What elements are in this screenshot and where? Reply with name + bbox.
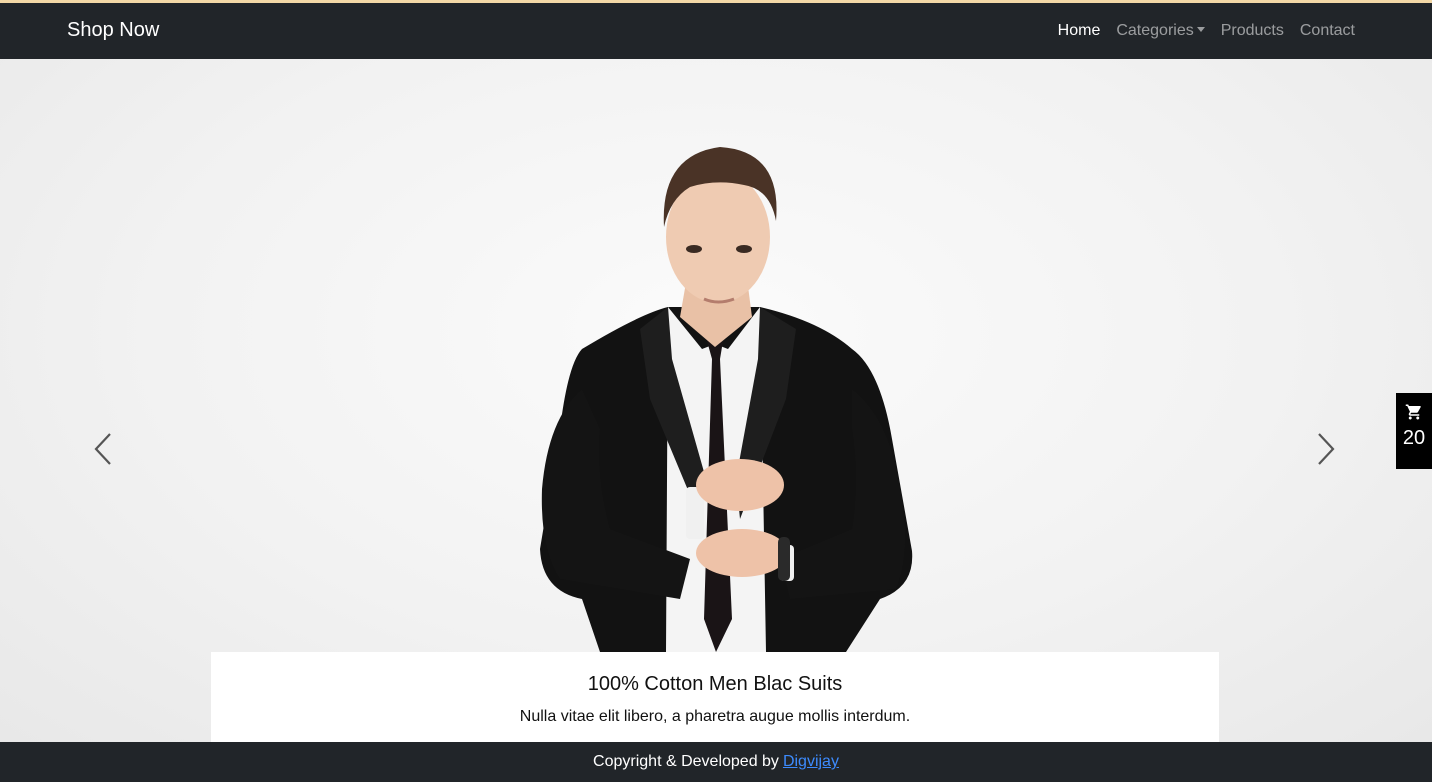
nav-categories-label: Categories xyxy=(1116,22,1194,39)
carousel-next-button[interactable] xyxy=(1306,429,1346,469)
caption-title: 100% Cotton Men Blac Suits xyxy=(587,673,843,695)
cart-count: 20 xyxy=(1402,427,1426,449)
nav-products[interactable]: Products xyxy=(1221,22,1284,40)
footer: Copyright & Developed by Digvijay xyxy=(0,742,1432,782)
slide-image xyxy=(540,147,913,652)
navbar: Shop Now Home Categories Products Contac… xyxy=(0,3,1432,59)
chevron-left-icon xyxy=(94,433,111,465)
brand-logo[interactable]: Shop Now xyxy=(67,19,159,42)
hero-carousel: 100% Cotton Men Blac Suits Nulla vitae e… xyxy=(0,59,1432,742)
nav-links: Home Categories Products Contact xyxy=(1058,3,1355,59)
footer-text: Copyright & Developed by xyxy=(593,753,779,770)
nav-categories[interactable]: Categories xyxy=(1116,22,1205,40)
developer-link[interactable]: Digvijay xyxy=(783,753,839,771)
carousel-prev-button[interactable] xyxy=(83,429,123,469)
nav-home[interactable]: Home xyxy=(1058,22,1101,40)
cart-button[interactable]: 20 xyxy=(1396,393,1432,469)
nav-contact[interactable]: Contact xyxy=(1300,22,1355,40)
caption-text: Nulla vitae elit libero, a pharetra augu… xyxy=(519,708,911,725)
carousel-caption: 100% Cotton Men Blac Suits Nulla vitae e… xyxy=(211,652,1219,742)
chevron-right-icon xyxy=(1318,433,1335,465)
caret-down-icon xyxy=(1196,27,1205,32)
cart-icon xyxy=(1405,404,1421,420)
